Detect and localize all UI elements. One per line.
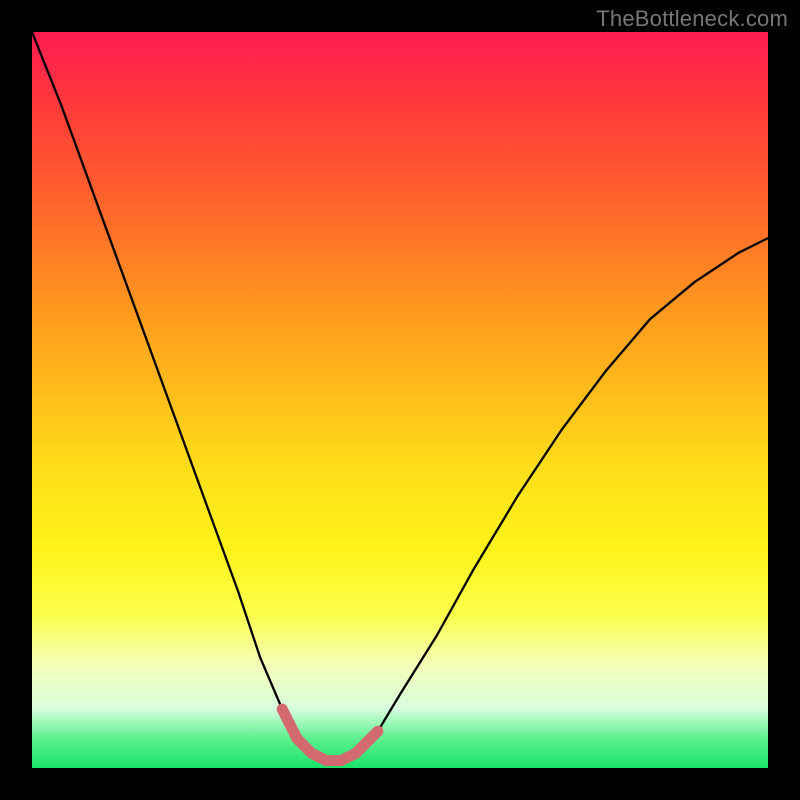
watermark-text: TheBottleneck.com (596, 6, 788, 32)
optimal-region-highlight (282, 709, 378, 761)
plot-area (32, 32, 768, 768)
bottleneck-curve-svg (32, 32, 768, 768)
bottleneck-curve (32, 32, 768, 761)
chart-frame: TheBottleneck.com (0, 0, 800, 800)
